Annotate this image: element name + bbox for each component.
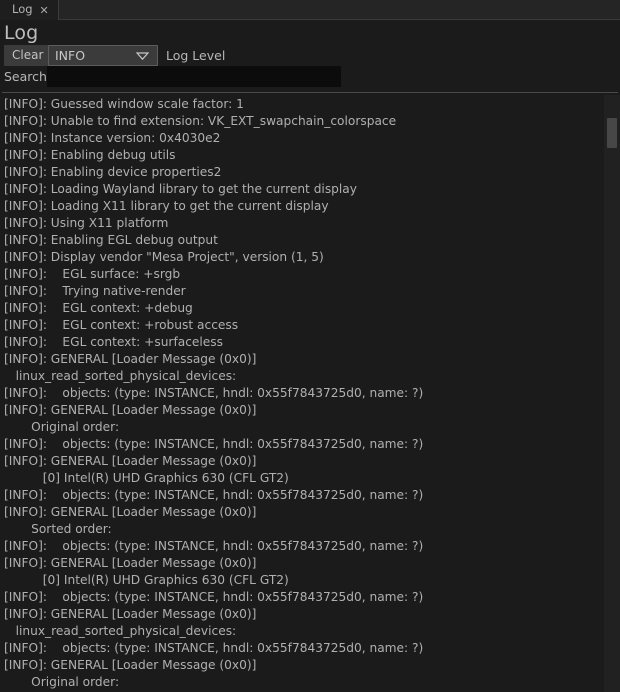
log-level-label: Log Level xyxy=(166,48,226,63)
tab-bar: Log ✕ xyxy=(0,0,620,20)
log-line: [INFO]: GENERAL [Loader Message (0x0)] xyxy=(4,454,257,468)
log-line: [0] Intel(R) UHD Graphics 630 (CFL GT2) xyxy=(4,573,289,587)
log-line: [INFO]: Loading Wayland library to get t… xyxy=(4,182,357,196)
page-title: Log xyxy=(4,22,39,44)
search-row: Search: xyxy=(0,66,620,88)
log-line: [INFO]: objects: (type: INSTANCE, hndl: … xyxy=(4,539,424,553)
log-line: [INFO]: Instance version: 0x4030e2 xyxy=(4,131,221,145)
log-line: [INFO]: Loading X11 library to get the c… xyxy=(4,199,329,213)
log-line: [INFO]: Using X11 platform xyxy=(4,216,169,230)
tab-log-label: Log xyxy=(12,2,33,17)
log-line: [INFO]: GENERAL [Loader Message (0x0)] xyxy=(4,556,257,570)
toolbar-separator xyxy=(2,92,618,93)
log-line: [INFO]: EGL context: +surfaceless xyxy=(4,335,223,349)
log-line: [INFO]: objects: (type: INSTANCE, hndl: … xyxy=(4,641,424,655)
log-line: [INFO]: Enabling debug utils xyxy=(4,148,176,162)
log-line: [INFO]: Enabling EGL debug output xyxy=(4,233,218,247)
log-line: [INFO]: Unable to find extension: VK_EXT… xyxy=(4,114,397,128)
search-label: Search: xyxy=(4,69,52,84)
log-line: Original order: xyxy=(4,420,120,434)
log-line: [0] Intel(R) UHD Graphics 630 (CFL GT2) xyxy=(4,471,289,485)
log-line: Original order: xyxy=(4,675,120,689)
log-scrollbar-thumb[interactable] xyxy=(607,118,617,148)
log-level-selected-value: INFO xyxy=(55,48,86,63)
clear-button[interactable]: Clear xyxy=(4,45,52,66)
log-line: linux_read_sorted_physical_devices: xyxy=(4,369,237,383)
log-line: [INFO]: GENERAL [Loader Message (0x0)] xyxy=(4,403,257,417)
search-input[interactable] xyxy=(47,66,341,87)
log-line: [INFO]: EGL context: +robust access xyxy=(4,318,239,332)
log-line: [INFO]: Trying native-render xyxy=(4,284,186,298)
log-line: [INFO]: GENERAL [Loader Message (0x0)] xyxy=(4,352,257,366)
close-icon[interactable]: ✕ xyxy=(40,5,49,16)
tab-log[interactable]: Log ✕ xyxy=(0,0,59,20)
log-toolbar: Clear INFO Log Level xyxy=(0,45,620,67)
log-line-list: [INFO]: Guessed window scale factor: 1 [I… xyxy=(0,96,604,692)
log-line: [INFO]: GENERAL [Loader Message (0x0)] xyxy=(4,658,257,672)
log-output-view[interactable]: [INFO]: Guessed window scale factor: 1 [I… xyxy=(0,95,620,692)
log-line: [INFO]: Display vendor "Mesa Project", v… xyxy=(4,250,324,264)
log-level-dropdown[interactable]: INFO xyxy=(48,45,158,66)
log-line: [INFO]: EGL surface: +srgb xyxy=(4,267,181,281)
log-line: [INFO]: objects: (type: INSTANCE, hndl: … xyxy=(4,590,424,604)
chevron-down-icon xyxy=(136,51,149,60)
log-line: [INFO]: objects: (type: INSTANCE, hndl: … xyxy=(4,488,424,502)
log-scrollbar-track[interactable] xyxy=(604,95,620,692)
log-line: [INFO]: objects: (type: INSTANCE, hndl: … xyxy=(4,437,424,451)
log-line: Sorted order: xyxy=(4,522,112,536)
log-line: [INFO]: objects: (type: INSTANCE, hndl: … xyxy=(4,386,424,400)
log-line: [INFO]: Guessed window scale factor: 1 xyxy=(4,97,244,111)
log-line: [INFO]: EGL context: +debug xyxy=(4,301,193,315)
log-line: [INFO]: Enabling device properties2 xyxy=(4,165,222,179)
log-panel: Log Clear INFO Log Level Search: [INFO]:… xyxy=(0,21,620,692)
log-line: linux_read_sorted_physical_devices: xyxy=(4,624,237,638)
log-line: [INFO]: GENERAL [Loader Message (0x0)] xyxy=(4,607,257,621)
log-line: [INFO]: GENERAL [Loader Message (0x0)] xyxy=(4,505,257,519)
